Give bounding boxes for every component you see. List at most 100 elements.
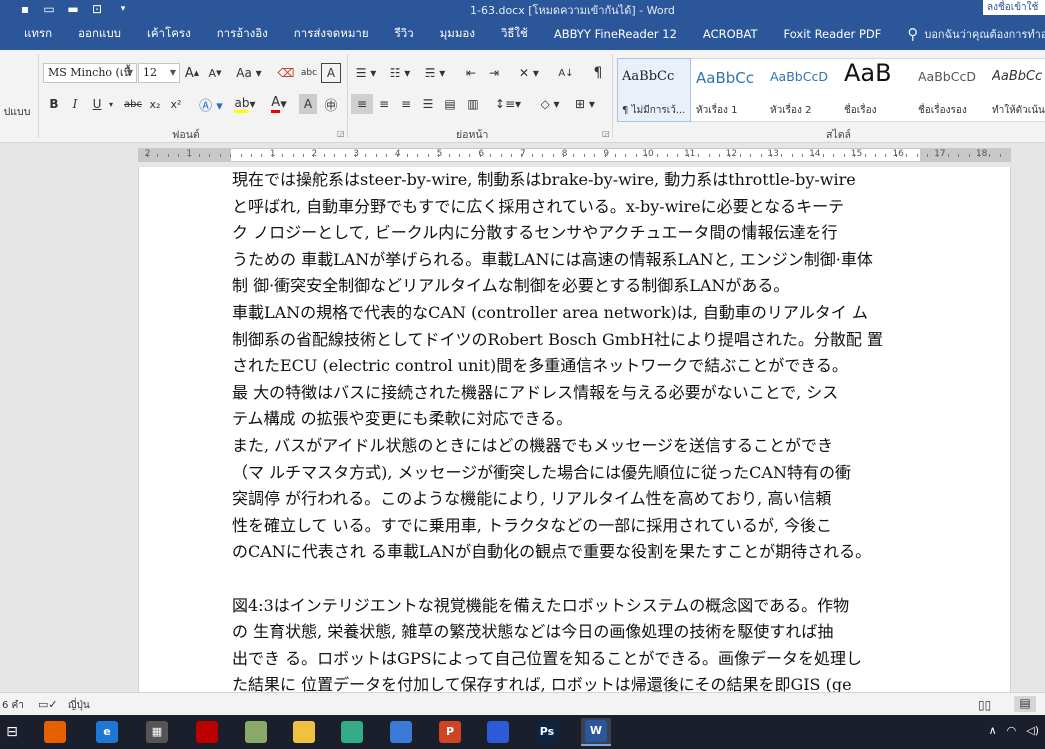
document-page[interactable]: 現在では操舵系はsteer-by-wire, 制動系はbrake-by-wire… <box>138 167 1011 692</box>
horizontal-ruler[interactable]: 21123456789101112131415161718 <box>138 148 1011 162</box>
style-title[interactable]: AaB ชื่อเรื่อง <box>840 59 912 121</box>
align-right-icon[interactable]: ≡ <box>396 94 416 114</box>
text-line[interactable]: 現在では操舵系はsteer-by-wire, 制動系はbrake-by-wire… <box>232 167 932 194</box>
character-shading-icon[interactable]: A <box>299 94 317 114</box>
language-indicator[interactable]: ญี่ปุ่น <box>68 698 90 713</box>
sign-in-button[interactable]: ลงชื่อเข้าใช้ <box>983 0 1045 15</box>
underline-button[interactable]: U <box>89 94 105 114</box>
taskbar-app[interactable]: Ps <box>532 718 562 746</box>
text-line[interactable]: 制御系の省配線技術としてドイツのRobert Bosch GmbH社により提唱さ… <box>232 327 932 354</box>
proofing-icon[interactable]: ▭✓ <box>38 698 58 711</box>
wifi-icon[interactable]: ◠ <box>1007 724 1017 737</box>
taskbar-app[interactable]: e <box>92 718 122 746</box>
font-name-combo[interactable]: MS Mincho (เนื้ ▼ <box>43 63 137 83</box>
align-center-icon[interactable]: ≡ <box>374 94 394 114</box>
taskbar-app[interactable]: ▦ <box>142 718 172 746</box>
bold-button[interactable]: B <box>46 94 62 114</box>
chevron-down-icon[interactable]: ▾ <box>106 94 116 114</box>
volume-icon[interactable]: ◁) <box>1026 724 1039 737</box>
text-line[interactable]: た結果に 位置データを付加して保存すれば, ロボットは帰還後にその結果を即GIS… <box>232 672 932 692</box>
text-line[interactable]: のCANに代表され る車載LANが自動化の観点で重要な役割を果たすことが期待され… <box>232 539 932 566</box>
taskbar-app[interactable] <box>289 718 319 746</box>
text-line[interactable]: と呼ばれ, 自動車分野でもすでに広く採用されている。x-by-wireに必要とな… <box>232 194 932 221</box>
align-left-icon[interactable]: ≡ <box>351 94 373 114</box>
word-count[interactable]: 6 คำ <box>2 698 24 713</box>
text-line[interactable]: 性を確立して いる。すでに乗用車, トラクタなどの一部に採用されているが, 今後… <box>232 513 932 540</box>
save-icon[interactable]: ▪ <box>14 0 36 18</box>
text-line[interactable]: 図4:3はインテリジエントな視覚機能を備えたロボットシステムの概念図である。作物 <box>232 593 932 620</box>
taskbar-app[interactable]: P <box>435 718 465 746</box>
chevron-up-icon[interactable]: ∧ <box>989 724 997 737</box>
increase-indent-icon[interactable]: ⇥ <box>484 63 504 83</box>
tab-design[interactable]: ออกแบบ <box>78 25 121 43</box>
tab-foxit[interactable]: Foxit Reader PDF <box>784 27 882 41</box>
clear-formatting-icon[interactable]: ⌫ <box>276 63 296 83</box>
enclose-characters-icon[interactable]: ㊥ <box>321 94 341 114</box>
tab-acrobat[interactable]: ACROBAT <box>703 27 758 41</box>
character-border-icon[interactable]: A <box>321 63 341 83</box>
shading-icon[interactable]: ◇ ▾ <box>535 94 565 114</box>
text-line[interactable]: 最 大の特徴はバスに接続された機器にアドレス情報を与える必要がないことで, シス <box>232 380 932 407</box>
distributed-icon[interactable]: ▤ <box>440 94 460 114</box>
tab-abbyy[interactable]: ABBYY FineReader 12 <box>554 27 677 41</box>
font-dialog-launcher-icon[interactable]: ◲ <box>337 129 345 138</box>
asian-layout-icon[interactable]: ✕ ▾ <box>514 63 544 83</box>
tab-references[interactable]: การอ้างอิง <box>217 25 268 43</box>
text-line[interactable]: テム構成 の拡張や変更にも柔軟に対応できる。 <box>232 406 932 433</box>
taskbar-app[interactable] <box>386 718 416 746</box>
borders-icon[interactable]: ⊞ ▾ <box>570 94 600 114</box>
highlight-color-icon[interactable]: ab ▾ <box>231 94 259 114</box>
multilevel-list-icon[interactable]: ☴ ▾ <box>420 63 450 83</box>
style-no-spacing[interactable]: AaBbCc ¶ ไม่มีการเว้... <box>617 58 691 122</box>
shrink-font-icon[interactable]: A ▼ <box>206 63 224 83</box>
open-folder-icon[interactable]: ▬ <box>62 0 84 18</box>
paragraph-dialog-launcher-icon[interactable]: ◲ <box>602 129 610 138</box>
italic-button[interactable]: I <box>67 94 83 114</box>
taskbar-app[interactable] <box>192 718 222 746</box>
tab-insert[interactable]: แทรก <box>24 25 52 43</box>
tab-layout[interactable]: เค้าโครง <box>147 25 191 43</box>
numbering-icon[interactable]: ☷ ▾ <box>386 63 414 83</box>
text-line[interactable]: 車載LANの規格で代表的なCAN (controller area networ… <box>232 300 932 327</box>
text-line[interactable]: 突調停 が行われる。このような機能により, リアルタイム性を高めており, 高い信… <box>232 486 932 513</box>
new-document-icon[interactable]: ▭ <box>38 0 60 18</box>
grow-font-icon[interactable]: A ▲ <box>183 63 201 83</box>
change-case-icon[interactable]: Aa ▾ <box>233 63 265 83</box>
text-effects-icon[interactable]: Ⓐ ▾ <box>197 94 225 114</box>
tab-help[interactable]: วิธีใช้ <box>501 25 528 43</box>
text-line[interactable]: また, バスがアイドル状態のときにはどの機器でもメッセージを送信することができ <box>232 433 932 460</box>
taskbar-app[interactable] <box>241 718 271 746</box>
taskbar-app[interactable] <box>337 718 367 746</box>
style-subtitle[interactable]: AaBbCcD ชื่อเรื่องรอง <box>914 59 986 121</box>
decrease-indent-icon[interactable]: ⇤ <box>461 63 481 83</box>
text-line[interactable]: 制 御·衝突安全制御などリアルタイムな制御を必要とする制御系LANがある。 <box>232 273 932 300</box>
text-line[interactable]: （マ ルチマスタ方式), メッセージが衝突した場合には優先順位に従ったCAN特有… <box>232 460 932 487</box>
phonetic-guide-icon[interactable]: abc <box>299 63 319 83</box>
taskbar-app[interactable] <box>483 718 513 746</box>
bullets-icon[interactable]: ☰ ▾ <box>352 63 380 83</box>
taskbar-app[interactable]: W <box>581 718 611 746</box>
text-line[interactable]: されたECU (electric control unit)間を多重通信ネットワ… <box>232 353 932 380</box>
text-line[interactable]: の 生育状態, 栄養状態, 雑草の繁茂状態などは今日の画像処理の技術を駆使すれば… <box>232 619 932 646</box>
style-heading-2[interactable]: AaBbCcD หัวเรื่อง 2 <box>766 59 838 121</box>
font-color-icon[interactable]: A ▾ <box>265 94 293 114</box>
show-formatting-marks-icon[interactable]: ¶ <box>588 63 608 83</box>
format-painter-label[interactable]: ปแบบ <box>0 102 34 120</box>
print-preview-icon[interactable]: ⊡ <box>86 0 108 18</box>
strikethrough-button[interactable]: abc <box>122 94 144 114</box>
columns-icon[interactable]: ▥ <box>463 94 483 114</box>
sort-icon[interactable]: A↓ <box>556 63 576 83</box>
style-emphasis[interactable]: AaBbCc ทำให้ตัวเน้น... <box>988 59 1045 121</box>
tab-mailings[interactable]: การส่งจดหมาย <box>294 25 369 43</box>
read-mode-icon[interactable]: ▯▯ <box>978 698 991 712</box>
tab-view[interactable]: มุมมอง <box>440 25 475 43</box>
subscript-button[interactable]: x₂ <box>146 94 164 114</box>
superscript-button[interactable]: x² <box>167 94 185 114</box>
justify-icon[interactable]: ☰ <box>418 94 438 114</box>
document-body[interactable]: 現在では操舵系はsteer-by-wire, 制動系はbrake-by-wire… <box>232 167 932 692</box>
text-line[interactable]: ク ノロジーとして, ビークル内に分散するセンサやアクチュエータ間の情報伝達を行 <box>232 220 932 247</box>
customize-quick-access-icon[interactable]: ▾ <box>112 0 134 18</box>
print-layout-icon[interactable]: ▤ <box>1014 696 1036 712</box>
line-spacing-icon[interactable]: ↕≡▾ <box>493 94 523 114</box>
text-line[interactable]: 出でき る。ロボットはGPSによって自己位置を知ることができる。画像データを処理… <box>232 646 932 673</box>
